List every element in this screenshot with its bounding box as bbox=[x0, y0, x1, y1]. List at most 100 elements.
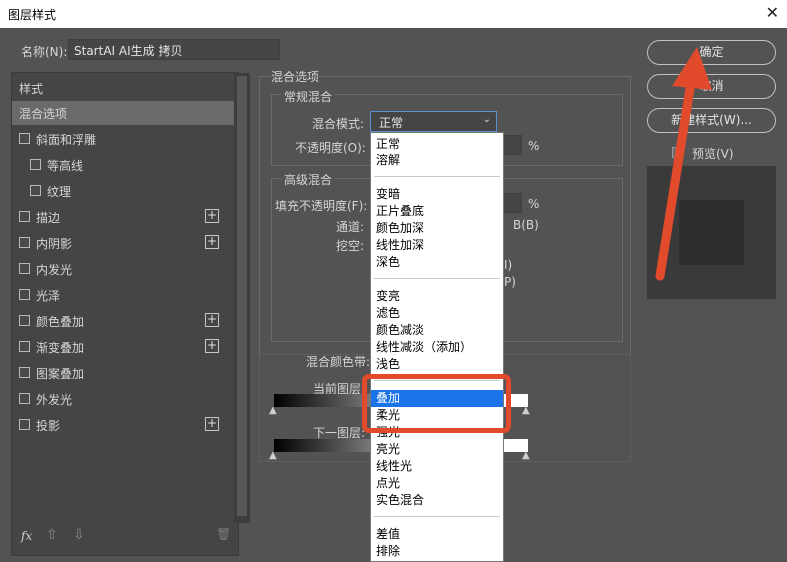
name-label: 名称(N): bbox=[21, 45, 68, 59]
style-item-label: 渐变叠加 bbox=[36, 341, 85, 355]
style-item[interactable]: 颜色叠加 + bbox=[12, 309, 238, 333]
opacity-unit: % bbox=[528, 139, 540, 153]
blend-if-label: 混合颜色带: bbox=[306, 355, 371, 369]
style-item[interactable]: 内发光 bbox=[12, 257, 238, 281]
new-style-button[interactable]: 新建样式(W)... bbox=[647, 108, 776, 133]
style-item-label: 纹理 bbox=[47, 185, 72, 199]
blend-mode-dropdown[interactable]: 正常 ⌄ bbox=[370, 111, 497, 132]
this-layer-white-slider[interactable]: ▲ bbox=[522, 405, 530, 416]
add-effect-icon[interactable]: + bbox=[205, 313, 219, 327]
style-item[interactable]: 描边 + bbox=[12, 205, 238, 229]
style-checkbox[interactable] bbox=[19, 341, 30, 352]
general-blending-title: 常规混合 bbox=[281, 88, 336, 105]
styles-list-panel: 样式 混合选项 斜面和浮雕 等高线 纹理 描边 + 内阴影 + 内发光 光泽 颜色叠加 + 渐变叠加 + 图… bbox=[11, 72, 250, 556]
style-item[interactable]: 内阴影 + bbox=[12, 231, 238, 255]
scrollbar-thumb[interactable] bbox=[237, 76, 247, 516]
blend-mode-option[interactable]: 正常 bbox=[371, 136, 503, 153]
style-item[interactable]: 渐变叠加 + bbox=[12, 335, 238, 359]
style-item[interactable]: 纹理 bbox=[12, 179, 238, 203]
blend-mode-label: 混合模式: bbox=[312, 117, 365, 131]
blend-mode-option[interactable]: 变暗 bbox=[371, 186, 503, 203]
styles-header[interactable]: 样式 bbox=[12, 76, 238, 100]
blend-mode-option[interactable]: 亮光 bbox=[371, 441, 503, 458]
annotation-highlight-box bbox=[362, 374, 511, 433]
fx-icon[interactable]: fx bbox=[21, 529, 32, 543]
styles-toolbar: fx ⇧ ⇩ 🗑 bbox=[12, 527, 238, 547]
menu-separator bbox=[374, 278, 500, 279]
add-effect-icon[interactable]: + bbox=[205, 417, 219, 431]
title-bar: 图层样式 ✕ bbox=[0, 0, 787, 28]
blend-mode-option[interactable]: 颜色减淡 bbox=[371, 322, 503, 339]
blend-mode-option[interactable]: 点光 bbox=[371, 475, 503, 492]
style-checkbox[interactable] bbox=[19, 289, 30, 300]
style-item-label: 混合选项 bbox=[19, 107, 68, 121]
add-effect-icon[interactable]: + bbox=[205, 235, 219, 249]
blend-mode-option[interactable]: 差值 bbox=[371, 526, 503, 543]
underlying-layer-gradient[interactable] bbox=[274, 439, 370, 452]
style-item[interactable]: 混合选项 bbox=[12, 101, 238, 125]
window-title: 图层样式 bbox=[8, 8, 57, 22]
channels-label: 通道: bbox=[336, 220, 365, 234]
layer-name-input[interactable]: StartAI AI生成 拷贝 bbox=[68, 39, 280, 60]
move-up-icon[interactable]: ⇧ bbox=[46, 527, 58, 543]
preview-checkbox[interactable] bbox=[672, 147, 683, 158]
knockout-label: 挖空: bbox=[336, 239, 365, 253]
style-item-label: 等高线 bbox=[47, 159, 84, 173]
blend-mode-option[interactable]: 变亮 bbox=[371, 288, 503, 305]
channel-b-label[interactable]: B(B) bbox=[513, 218, 539, 232]
styles-scrollbar[interactable] bbox=[234, 73, 250, 523]
style-checkbox[interactable] bbox=[19, 419, 30, 430]
move-down-icon[interactable]: ⇩ bbox=[73, 527, 85, 543]
style-checkbox[interactable] bbox=[30, 159, 41, 170]
close-icon[interactable]: ✕ bbox=[766, 3, 779, 22]
blend-mode-option[interactable]: 实色混合 bbox=[371, 492, 503, 509]
style-checkbox[interactable] bbox=[19, 367, 30, 378]
style-item[interactable]: 光泽 bbox=[12, 283, 238, 307]
this-layer-gradient[interactable] bbox=[274, 394, 370, 407]
style-checkbox[interactable] bbox=[30, 185, 41, 196]
add-effect-icon[interactable]: + bbox=[205, 209, 219, 223]
fill-opacity-unit: % bbox=[528, 197, 540, 211]
this-layer-black-slider[interactable]: ▲ bbox=[269, 405, 277, 416]
menu-separator bbox=[374, 176, 500, 177]
style-checkbox[interactable] bbox=[19, 263, 30, 274]
blend-mode-option[interactable]: 浅色 bbox=[371, 356, 503, 373]
underlying-white-slider[interactable]: ▲ bbox=[522, 450, 530, 461]
style-item-label: 斜面和浮雕 bbox=[36, 133, 97, 147]
blend-mode-option[interactable]: 深色 bbox=[371, 254, 503, 271]
trash-icon[interactable]: 🗑 bbox=[216, 527, 231, 541]
cancel-button[interactable]: 取消 bbox=[647, 74, 776, 99]
style-checkbox[interactable] bbox=[19, 211, 30, 222]
opacity-label: 不透明度(O): bbox=[295, 141, 366, 155]
chevron-down-icon: ⌄ bbox=[482, 114, 491, 125]
style-item-label: 颜色叠加 bbox=[36, 315, 85, 329]
style-checkbox[interactable] bbox=[19, 133, 30, 144]
style-checkbox[interactable] bbox=[19, 237, 30, 248]
style-item-label: 内发光 bbox=[36, 263, 73, 277]
preview-label: 预览(V) bbox=[692, 147, 734, 161]
advanced-blending-title: 高级混合 bbox=[281, 171, 336, 188]
style-item[interactable]: 外发光 bbox=[12, 387, 238, 411]
underlying-black-slider[interactable]: ▲ bbox=[269, 450, 277, 461]
blend-mode-option[interactable]: 正片叠底 bbox=[371, 203, 503, 220]
blend-mode-option[interactable]: 滤色 bbox=[371, 305, 503, 322]
style-item[interactable]: 投影 + bbox=[12, 413, 238, 437]
style-checkbox[interactable] bbox=[19, 393, 30, 404]
blend-mode-option[interactable]: 排除 bbox=[371, 543, 503, 560]
blend-mode-option[interactable]: 线性光 bbox=[371, 458, 503, 475]
add-effect-icon[interactable]: + bbox=[205, 339, 219, 353]
ok-button[interactable]: 确定 bbox=[647, 40, 776, 65]
style-item[interactable]: 等高线 bbox=[12, 153, 238, 177]
style-item-label: 描边 bbox=[36, 211, 61, 225]
style-preview bbox=[647, 166, 776, 299]
style-item[interactable]: 图案叠加 bbox=[12, 361, 238, 385]
blend-mode-option[interactable]: 线性加深 bbox=[371, 237, 503, 254]
menu-separator bbox=[374, 516, 500, 517]
style-item-label: 光泽 bbox=[36, 289, 61, 303]
blend-mode-option[interactable]: 线性减淡（添加） bbox=[371, 339, 503, 356]
style-item[interactable]: 斜面和浮雕 bbox=[12, 127, 238, 151]
fill-opacity-label: 填充不透明度(F): bbox=[275, 199, 368, 213]
blend-mode-option[interactable]: 颜色加深 bbox=[371, 220, 503, 237]
style-checkbox[interactable] bbox=[19, 315, 30, 326]
blend-mode-option[interactable]: 溶解 bbox=[371, 152, 503, 169]
